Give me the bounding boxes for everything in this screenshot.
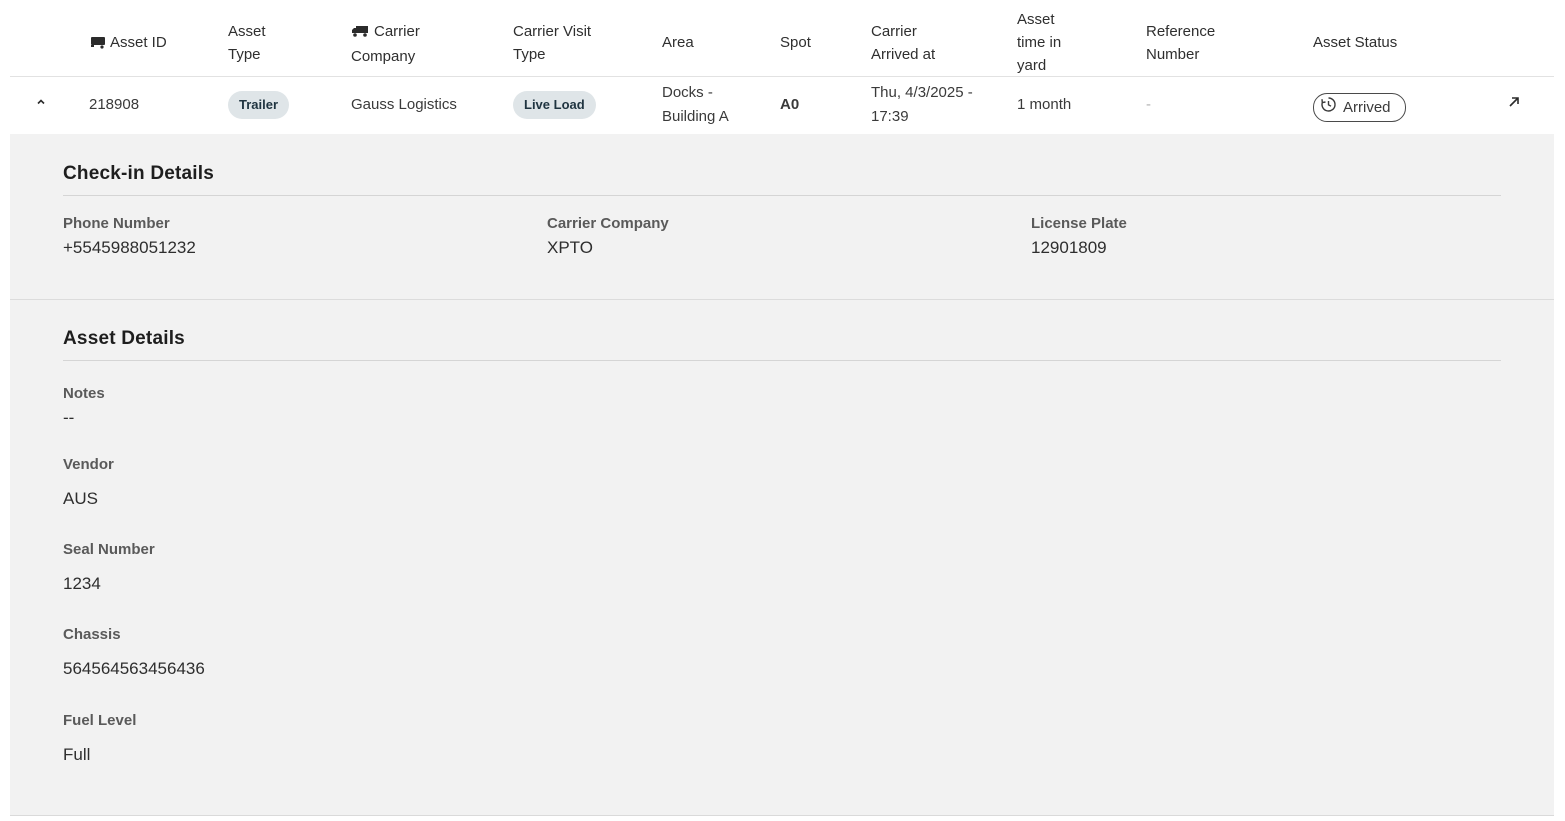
truck-icon [351,22,370,45]
vendor-field: Vendor AUS [63,456,114,508]
cell-spot: A0 [780,96,800,113]
visit-type-chip: Live Load [513,91,596,119]
phone-number-field: Phone Number +5545988051232 [63,215,196,257]
header-reference-number[interactable]: Reference Number [1146,20,1215,66]
checkin-details-section: Check-in Details Phone Number +554598805… [63,163,1501,257]
table-row[interactable]: 218908 Trailer Gauss Logistics Live Load… [10,77,1554,135]
trailer-icon [90,33,106,56]
asset-details-section: Asset Details Notes -- Vendor AUS Seal N… [63,328,1501,764]
fuel-level-field: Fuel Level Full [63,712,137,764]
cell-reference-number: - [1146,96,1151,113]
arrow-up-right-icon[interactable] [1507,93,1521,117]
header-arrived-at[interactable]: Carrier Arrived at [871,20,935,66]
seal-number-field: Seal Number 1234 [63,541,155,593]
header-carrier-company[interactable]: Carrier Company [351,20,420,68]
header-asset-type[interactable]: Asset Type [228,20,266,66]
cell-visit-type: Live Load [513,91,596,119]
section-divider [10,299,1554,300]
clock-history-icon [1320,96,1337,119]
cell-asset-type: Trailer [228,91,290,119]
cell-asset-id: 218908 [89,96,140,113]
cell-area: Docks - Building A [662,84,729,125]
header-spot[interactable]: Spot [780,31,811,54]
checkin-details-title: Check-in Details [63,163,1501,196]
asset-type-chip: Trailer [228,91,290,119]
cell-carrier-company: Gauss Logistics [351,96,457,113]
header-asset-id[interactable]: Asset ID [90,31,167,56]
license-plate-field: License Plate 12901809 [1031,215,1127,257]
header-asset-status[interactable]: Asset Status [1313,31,1397,54]
cell-arrived-at: Thu, 4/3/2025 - 17:39 [871,84,973,125]
row-details-panel: Check-in Details Phone Number +554598805… [10,134,1554,816]
asset-details-title: Asset Details [63,328,1501,361]
chassis-field: Chassis 564564563456436 [63,626,205,678]
assets-table: Asset ID Asset Type Carrier Company Carr… [10,0,1554,135]
table-header: Asset ID Asset Type Carrier Company Carr… [10,0,1554,77]
header-visit-type[interactable]: Carrier Visit Type [513,20,591,66]
header-area[interactable]: Area [662,31,694,54]
status-badge: Arrived [1313,93,1406,122]
cell-asset-status: Arrived [1313,93,1406,122]
header-time-in-yard[interactable]: Asset time in yard [1017,8,1061,77]
notes-field: Notes -- [63,385,105,427]
cell-time-in-yard: 1 month [1017,96,1072,113]
chevron-up-icon[interactable] [34,93,48,117]
carrier-company-field: Carrier Company XPTO [547,215,669,257]
